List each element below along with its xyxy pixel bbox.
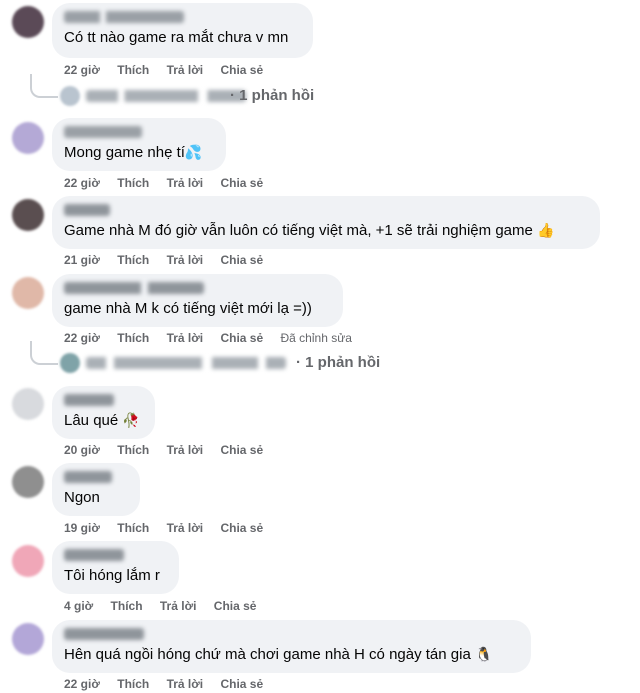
like-button[interactable]: Thích [117,63,149,77]
like-button[interactable]: Thích [117,443,149,457]
comment-actions: 19 giờ Thích Trả lời Chia sẻ [64,521,277,535]
reply-button[interactable]: Trả lời [167,443,204,457]
comment-actions: 20 giờ Thích Trả lời Chia sẻ [64,443,277,457]
comment-text: Mong game nhẹ tí💦 [64,144,203,161]
reply-button[interactable]: Trả lời [167,176,204,190]
reply-button[interactable]: Trả lời [167,253,204,267]
comment-text: Game nhà M đó giờ vẫn luôn có tiếng việt… [64,222,555,239]
reply-button[interactable]: Trả lời [167,331,204,345]
comment-bubble: Game nhà M đó giờ vẫn luôn có tiếng việt… [52,196,600,249]
avatar[interactable] [12,623,44,655]
avatar[interactable] [12,199,44,231]
reply-count[interactable]: · 1 phản hồi [296,354,380,371]
reply-avatar [60,353,80,373]
comment-bubble: game nhà M k có tiếng việt mới lạ =)) [52,274,343,327]
thread-connector [30,341,58,365]
like-button[interactable]: Thích [117,521,149,535]
reply-names-blurred [86,357,286,369]
avatar[interactable] [12,277,44,309]
reply-count[interactable]: · 1 phản hồi [230,87,314,104]
comment-time[interactable]: 22 giờ [64,677,100,691]
reply-button[interactable]: Trả lời [160,599,197,613]
avatar[interactable] [12,388,44,420]
share-button[interactable]: Chia sẻ [220,677,263,691]
comment-time[interactable]: 21 giờ [64,253,100,267]
author-name-blurred[interactable] [64,204,110,216]
comment-bubble: Ngon [52,463,140,516]
reply-button[interactable]: Trả lời [167,677,204,691]
share-button[interactable]: Chia sẻ [220,331,263,345]
comment-actions: 22 giờ Thích Trả lời Chia sẻ [64,176,277,190]
comment-time[interactable]: 22 giờ [64,331,100,345]
comment-text: Ngon [64,489,100,506]
thread-connector [30,74,58,98]
comment-bubble: Lâu qué 🥀 [52,386,155,439]
author-name-blurred[interactable] [64,549,124,561]
comment-bubble: Tôi hóng lắm r [52,541,179,594]
penguin-emoji: 🐧 [474,647,493,663]
thumbs-up-emoji: 👍 [537,223,555,239]
reply-button[interactable]: Trả lời [167,521,204,535]
share-button[interactable]: Chia sẻ [220,176,263,190]
comment-text: Tôi hóng lắm r [64,567,160,584]
wilted-flower-emoji: 🥀 [122,413,140,429]
share-button[interactable]: Chia sẻ [220,253,263,267]
droplets-emoji: 💦 [184,145,203,161]
comment-time[interactable]: 22 giờ [64,63,100,77]
avatar[interactable] [12,466,44,498]
like-button[interactable]: Thích [117,176,149,190]
comment-text: Lâu qué 🥀 [64,412,140,429]
author-name-blurred[interactable] [64,628,144,640]
comment-actions: 4 giờ Thích Trả lời Chia sẻ [64,599,270,613]
author-name-blurred[interactable] [64,282,204,294]
comment-actions: 21 giờ Thích Trả lời Chia sẻ [64,253,277,267]
like-button[interactable]: Thích [111,599,143,613]
comment-text: Hên quá ngồi hóng chứ mà chơi game nhà H… [64,646,493,663]
share-button[interactable]: Chia sẻ [220,521,263,535]
comment-time[interactable]: 22 giờ [64,176,100,190]
comment-time[interactable]: 19 giờ [64,521,100,535]
share-button[interactable]: Chia sẻ [220,63,263,77]
comment-time[interactable]: 4 giờ [64,599,93,613]
reply-avatar [60,86,80,106]
comment-bubble: Mong game nhẹ tí💦 [52,118,226,171]
avatar[interactable] [12,6,44,38]
share-button[interactable]: Chia sẻ [214,599,257,613]
avatar[interactable] [12,122,44,154]
author-name-blurred[interactable] [64,394,114,406]
reply-button[interactable]: Trả lời [167,63,204,77]
edited-label: Đã chỉnh sửa [280,331,352,345]
author-name-blurred[interactable] [64,471,112,483]
comment-actions: 22 giờ Thích Trả lời Chia sẻ [64,677,277,691]
avatar[interactable] [12,545,44,577]
comment-text: Có tt nào game ra mắt chưa v mn [64,29,289,46]
comment-text: game nhà M k có tiếng việt mới lạ =)) [64,300,312,317]
like-button[interactable]: Thích [117,677,149,691]
comment-actions: 22 giờ Thích Trả lời Chia sẻ Đã chỉnh sử… [64,331,366,345]
share-button[interactable]: Chia sẻ [220,443,263,457]
like-button[interactable]: Thích [117,253,149,267]
reply-names-blurred [86,90,246,102]
comment-actions: 22 giờ Thích Trả lời Chia sẻ [64,63,277,77]
author-name-blurred[interactable] [64,126,142,138]
author-name-blurred[interactable] [64,11,184,23]
comment-bubble: Hên quá ngồi hóng chứ mà chơi game nhà H… [52,620,531,673]
like-button[interactable]: Thích [117,331,149,345]
comment-bubble: Có tt nào game ra mắt chưa v mn [52,3,313,58]
comment-time[interactable]: 20 giờ [64,443,100,457]
